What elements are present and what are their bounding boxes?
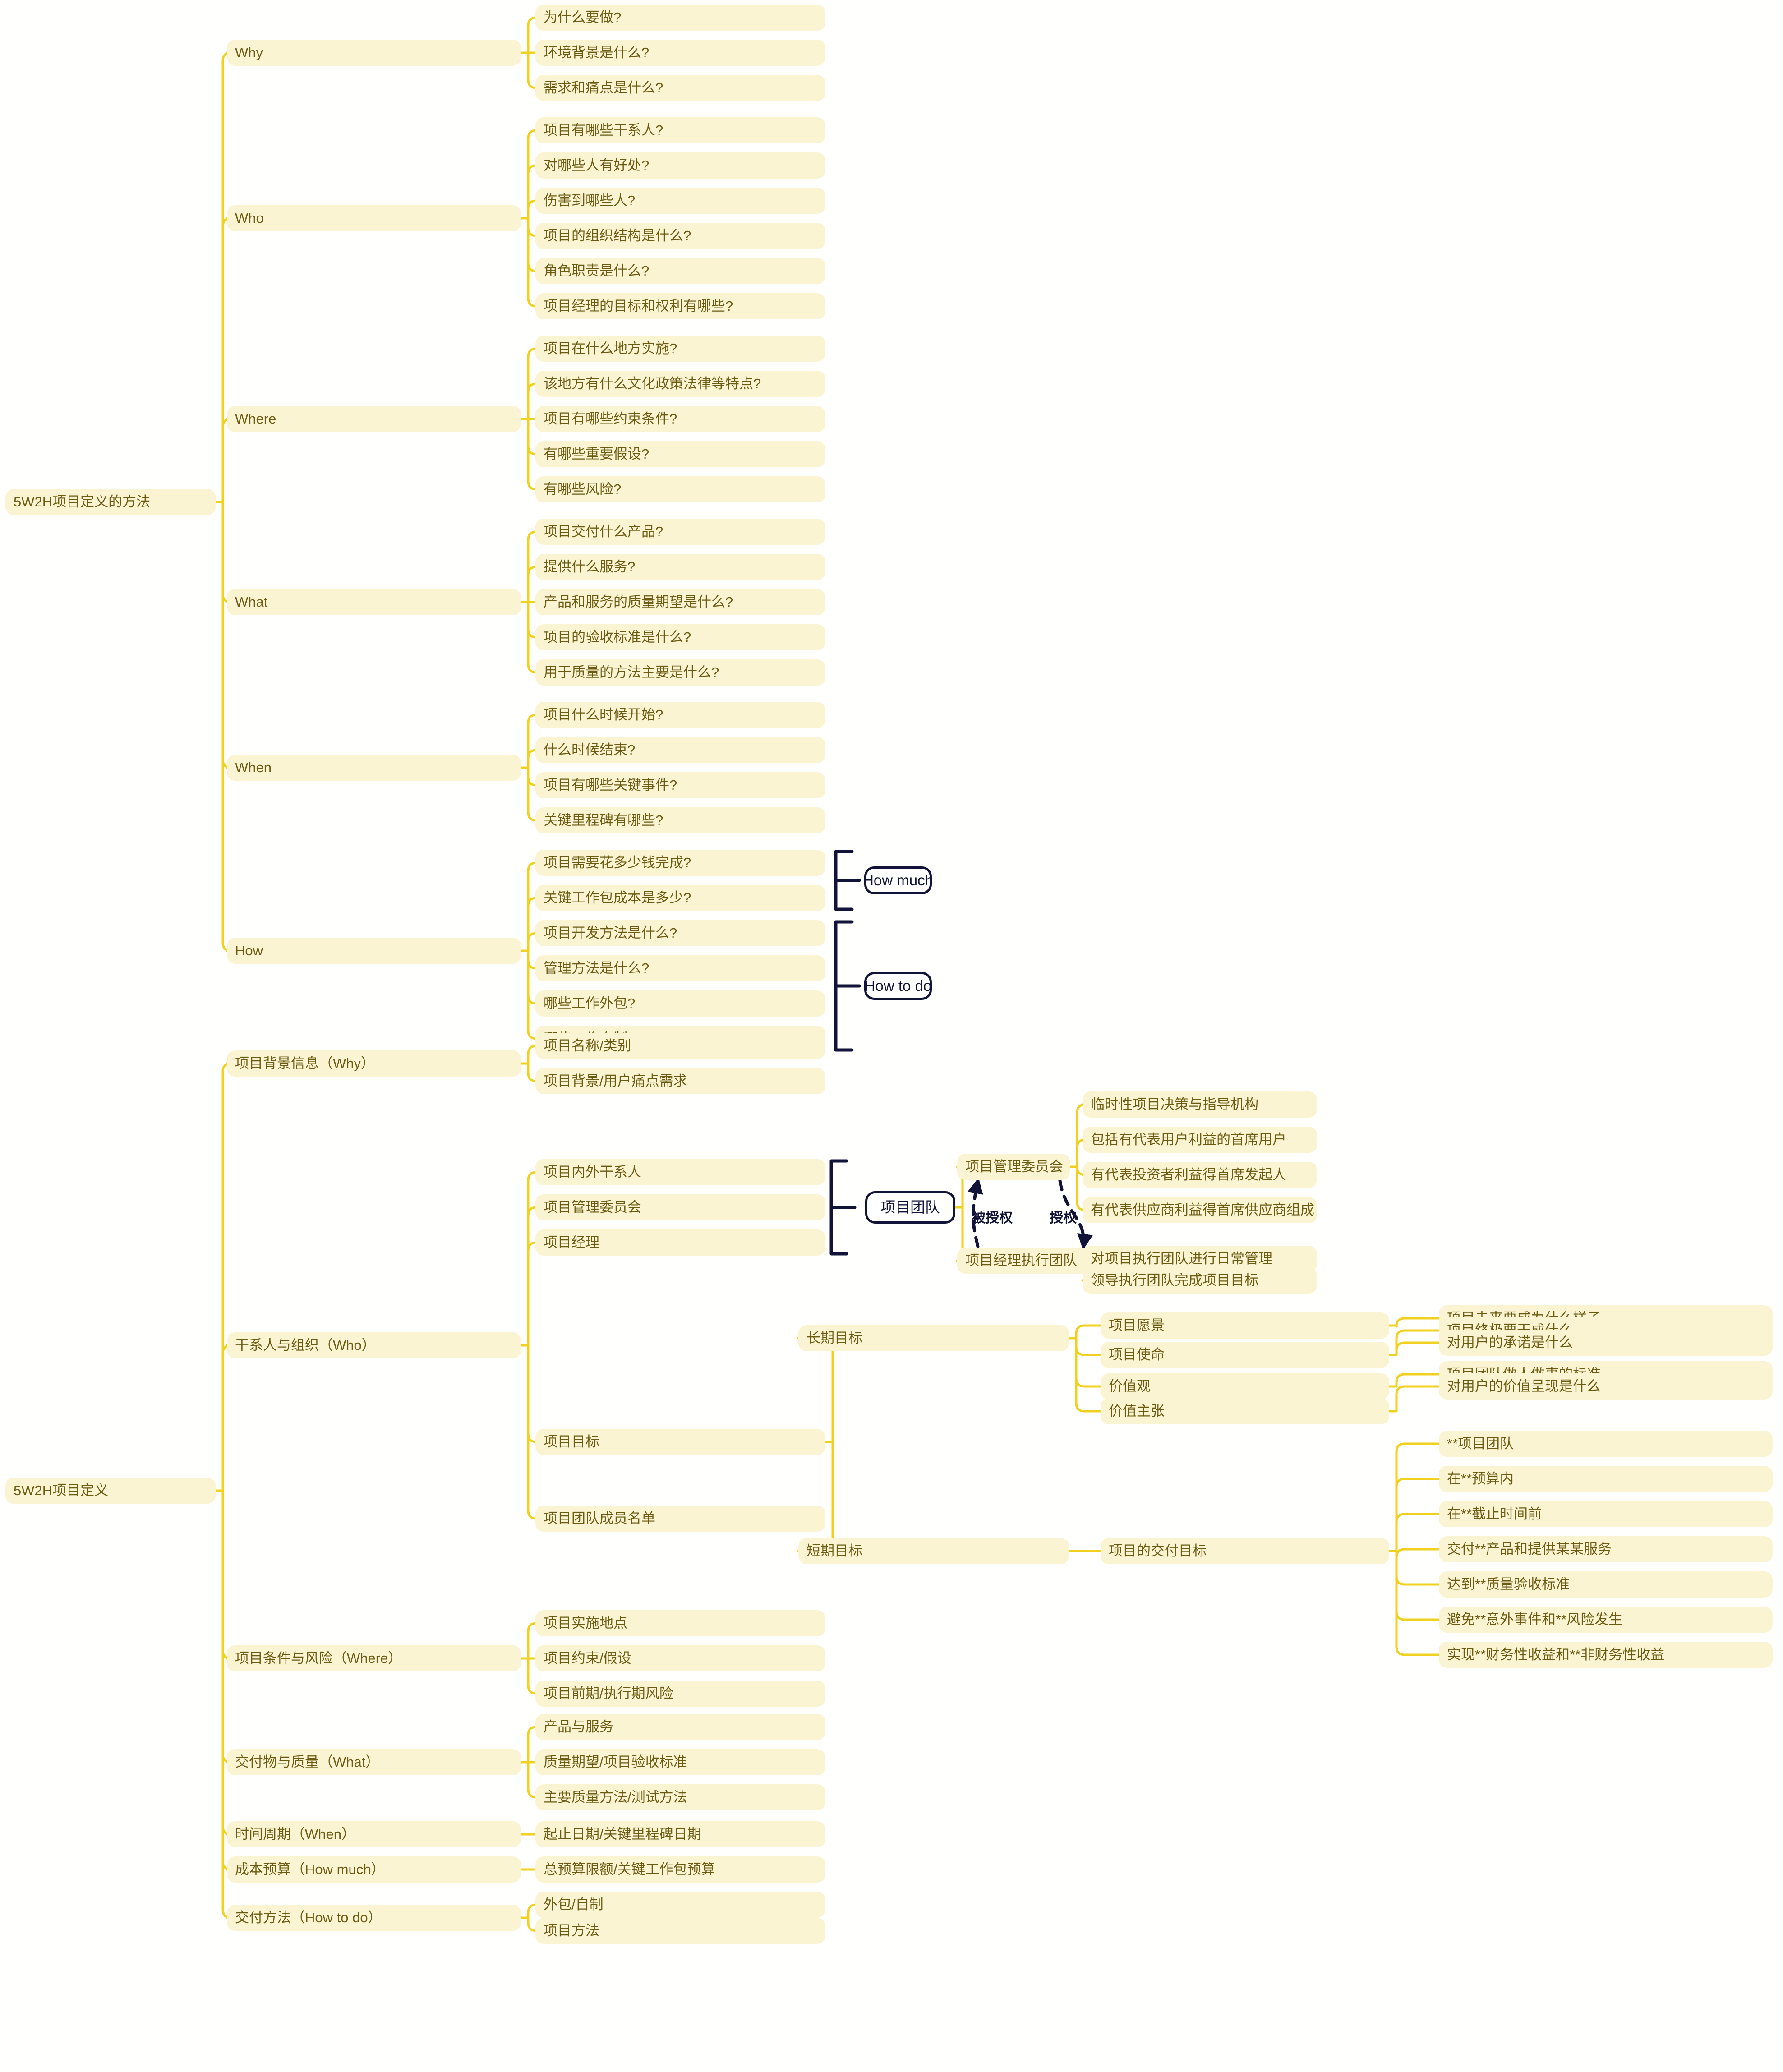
tree2-leaf[interactable]: 项目内外干系人 (535, 1159, 825, 1185)
tree2-leaf[interactable]: 质量期望/项目验收标准 (535, 1749, 825, 1775)
tree2-leaf[interactable]: 项目前期/执行期风险 (535, 1681, 825, 1707)
tree1-leaf[interactable]: 产品和服务的质量期望是什么? (535, 589, 825, 615)
tree1-leaf[interactable]: 角色职责是什么? (535, 258, 825, 284)
tree1-leaf[interactable]: 环境背景是什么? (535, 40, 825, 66)
tree2-leaf[interactable]: 起止日期/关键里程碑日期 (535, 1821, 825, 1847)
tree1-leaf[interactable]: 有哪些重要假设? (535, 441, 825, 467)
tree1-root[interactable]: 5W2H项目定义的方法 (5, 489, 216, 515)
tree2-goal-detail[interactable]: 对用户的承诺是什么 (1439, 1330, 1773, 1356)
tree1-leaf[interactable]: 项目有哪些干系人? (535, 117, 825, 143)
tree2-goal-aspect[interactable]: 价值观 (1101, 1373, 1389, 1400)
tree1-leaf[interactable]: 什么时候结束? (535, 737, 825, 763)
tree1-group-how-much[interactable]: How much (864, 866, 932, 894)
tree2-leaf[interactable]: 项目管理委员会 (535, 1194, 825, 1220)
tree2-delivery-item[interactable]: 在**预算内 (1439, 1466, 1773, 1492)
tree1-leaf[interactable]: 对哪些人有好处? (535, 152, 825, 179)
tree1-leaf[interactable]: 项目有哪些关键事件? (535, 772, 825, 798)
tree1-leaf[interactable]: 管理方法是什么? (535, 955, 825, 981)
tree2-auth-label-right: 授权 (1050, 1210, 1077, 1225)
tree1-leaf[interactable]: 哪些工作外包? (535, 990, 825, 1017)
tree1-leaf[interactable]: 项目交付什么产品? (535, 519, 825, 545)
tree2-delivery-item[interactable]: 避免**意外事件和**风险发生 (1439, 1607, 1773, 1633)
tree2-delivery-item[interactable]: 交付**产品和提供某某服务 (1439, 1536, 1773, 1562)
tree1-branch-what[interactable]: What (227, 589, 521, 615)
tree1-leaf[interactable]: 为什么要做? (535, 5, 825, 31)
tree2-branch-who[interactable]: 干系人与组织（Who） (227, 1332, 521, 1358)
tree2-delivery-goal[interactable]: 项目的交付目标 (1101, 1538, 1389, 1564)
tree1-group-how-to-do[interactable]: How to do (864, 972, 932, 1000)
tree2-branch-howmuch[interactable]: 成本预算（How much） (227, 1856, 521, 1883)
tree1-branch-when[interactable]: When (227, 755, 521, 781)
tree2-delivery-item[interactable]: **项目团队 (1439, 1431, 1773, 1457)
tree2-leaf[interactable]: 总预算限额/关键工作包预算 (535, 1856, 825, 1883)
tree1-leaf[interactable]: 该地方有什么文化政策法律等特点? (535, 371, 825, 397)
tree2-committee[interactable]: 项目管理委员会 (957, 1154, 1070, 1180)
tree1-leaf[interactable]: 项目开发方法是什么? (535, 920, 825, 946)
tree1-leaf[interactable]: 项目需要花多少钱完成? (535, 850, 825, 876)
tree2-delivery-item[interactable]: 在**截止时间前 (1439, 1501, 1773, 1527)
tree2-goal-detail[interactable]: 对用户的价值呈现是什么 (1439, 1373, 1773, 1400)
tree2-team-pill[interactable]: 项目团队 (865, 1191, 955, 1224)
tree2-leaf[interactable]: 项目约束/假设 (535, 1645, 825, 1671)
tree1-leaf[interactable]: 项目在什么地方实施? (535, 336, 825, 362)
tree1-leaf[interactable]: 关键里程碑有哪些? (535, 807, 825, 833)
tree1-leaf[interactable]: 项目的组织结构是什么? (535, 223, 825, 249)
tree1-leaf[interactable]: 项目经理的目标和权利有哪些? (535, 293, 825, 319)
tree2-goal-aspect[interactable]: 价值主张 (1101, 1398, 1389, 1424)
tree2-leaf[interactable]: 项目背景/用户痛点需求 (535, 1068, 825, 1094)
tree2-leaf[interactable]: 外包/自制 (535, 1892, 825, 1918)
tree2-committee-child[interactable]: 有代表供应商利益得首席供应商组成 (1083, 1197, 1317, 1223)
tree1-branch-why[interactable]: Why (227, 40, 521, 66)
tree2-auth-label-left: 被授权 (972, 1210, 1013, 1225)
tree2-committee-child[interactable]: 临时性项目决策与指导机构 (1083, 1091, 1317, 1118)
tree2-goal-aspect[interactable]: 项目愿景 (1101, 1312, 1389, 1339)
tree2-leaf[interactable]: 主要质量方法/测试方法 (535, 1784, 825, 1810)
tree2-delivery-item[interactable]: 达到**质量验收标准 (1439, 1571, 1773, 1598)
tree2-exec-child[interactable]: 领导执行团队完成项目目标 (1083, 1267, 1317, 1294)
tree2-leaf[interactable]: 产品与服务 (535, 1714, 825, 1740)
tree2-branch-when[interactable]: 时间周期（When） (227, 1821, 521, 1847)
tree1-branch-how[interactable]: How (227, 938, 521, 964)
tree1-leaf[interactable]: 需求和痛点是什么? (535, 75, 825, 101)
tree2-goal-aspect[interactable]: 项目使命 (1101, 1342, 1389, 1368)
tree2-committee-child[interactable]: 有代表投资者利益得首席发起人 (1083, 1162, 1317, 1188)
mindmap-canvas: 为什么要做? 环境背景是什么? 需求和痛点是什么? 项目有哪些干系人? 对哪些人有好处?… (0, 0, 1783, 2072)
tree2-delivery-item[interactable]: 实现**财务性收益和**非财务性收益 (1439, 1642, 1773, 1668)
tree2-leaf[interactable]: 项目实施地点 (535, 1610, 825, 1636)
tree2-short-term-goals[interactable]: 短期目标 (798, 1538, 1069, 1564)
tree1-branch-where[interactable]: Where (227, 406, 521, 432)
tree1-branch-who[interactable]: Who (227, 205, 521, 231)
tree1-leaf[interactable]: 有哪些风险? (535, 476, 825, 502)
tree2-leaf[interactable]: 项目方法 (535, 1918, 825, 1944)
tree2-committee-child[interactable]: 包括有代表用户利益的首席用户 (1083, 1127, 1317, 1153)
tree1-leaf[interactable]: 项目有哪些约束条件? (535, 406, 825, 432)
tree2-leaf[interactable]: 项目团队成员名单 (535, 1506, 825, 1532)
tree2-branch-howto[interactable]: 交付方法（How to do） (227, 1905, 521, 1931)
tree1-leaf[interactable]: 用于质量的方法主要是什么? (535, 659, 825, 686)
tree1-leaf[interactable]: 项目什么时候开始? (535, 702, 825, 728)
tree1-leaf[interactable]: 关键工作包成本是多少? (535, 885, 825, 911)
tree1-leaf[interactable]: 提供什么服务? (535, 554, 825, 580)
tree2-branch-where[interactable]: 项目条件与风险（Where） (227, 1645, 521, 1671)
tree2-leaf[interactable]: 项目名称/类别 (535, 1033, 825, 1059)
tree2-branch-what[interactable]: 交付物与质量（What） (227, 1749, 521, 1775)
tree2-root[interactable]: 5W2H项目定义 (5, 1478, 216, 1504)
tree1-leaf[interactable]: 伤害到哪些人? (535, 188, 825, 214)
tree2-node-goals[interactable]: 项目目标 (535, 1429, 825, 1455)
tree1-leaf[interactable]: 项目的验收标准是什么? (535, 624, 825, 650)
tree2-long-term-goals[interactable]: 长期目标 (798, 1325, 1069, 1351)
tree2-leaf[interactable]: 项目经理 (535, 1229, 825, 1256)
tree2-branch-why[interactable]: 项目背景信息（Why） (227, 1050, 521, 1077)
tree2-exec-team[interactable]: 项目经理执行团队 (957, 1248, 1092, 1274)
